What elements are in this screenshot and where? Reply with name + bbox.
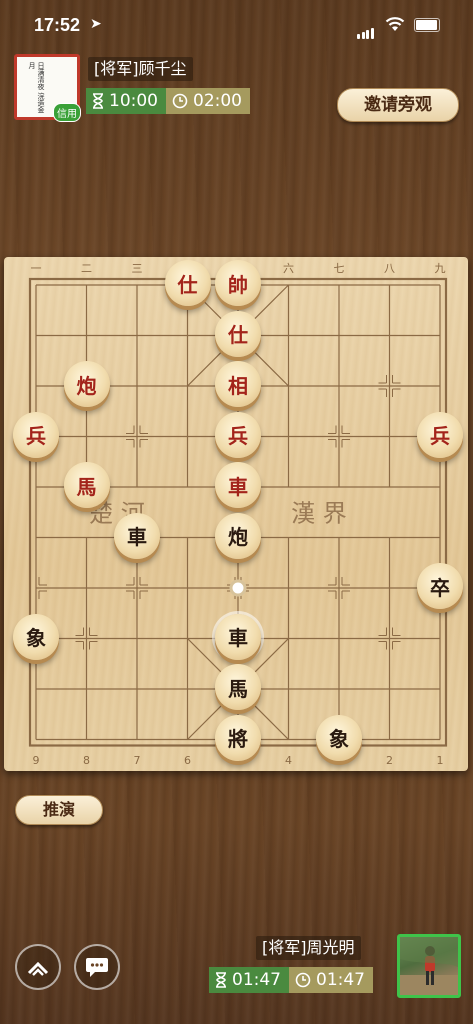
column-number-top: 三: [131, 262, 143, 275]
piece-character: 相: [228, 373, 248, 398]
column-number-top: 一: [30, 262, 42, 275]
piece-character: 象: [26, 626, 46, 650]
location-arrow-icon: ➤: [90, 16, 102, 32]
piece-character: 炮: [228, 525, 248, 549]
expand-button[interactable]: [15, 944, 61, 990]
player-name-tag: [将军]周光明: [256, 936, 361, 960]
red-piece[interactable]: 仕: [215, 310, 261, 357]
credit-badge: 信用: [53, 103, 81, 122]
red-piece[interactable]: 車: [215, 462, 261, 508]
piece-character: 卒: [430, 575, 450, 600]
opponent-time-total: 10:00: [109, 91, 158, 111]
chat-bubble-icon: [86, 958, 108, 977]
column-number-bottom: 7: [133, 753, 141, 767]
wifi-icon: [385, 17, 405, 31]
column-number-bottom: 1: [436, 753, 444, 767]
piece-character: 車: [127, 525, 147, 549]
black-piece[interactable]: 將: [215, 714, 261, 761]
piece-character: 仕: [228, 323, 248, 347]
piece-character: 象: [329, 727, 349, 751]
opponent-timer: 10:00 02:00: [86, 88, 250, 114]
column-number-bottom: 4: [285, 753, 292, 767]
avatar-calligraphy: 日满清夜 浣造金月: [28, 62, 45, 114]
column-number-bottom: 2: [386, 753, 393, 767]
hourglass-icon: [216, 972, 226, 988]
piece-character: 仕: [177, 272, 198, 297]
black-piece[interactable]: 象: [13, 613, 59, 660]
clock-icon: [172, 93, 188, 109]
column-number-top: 六: [283, 262, 294, 275]
red-piece[interactable]: 兵: [215, 411, 261, 458]
opponent-time-step: 02:00: [193, 91, 242, 111]
player-time-step: 01:47: [316, 970, 365, 990]
piece-character: 馬: [228, 676, 248, 701]
clock-icon: [295, 972, 311, 988]
player-name: 周光明: [306, 938, 355, 957]
piece-character: 車: [228, 626, 248, 650]
column-number-bottom: 9: [32, 753, 40, 767]
column-number-top: 九: [434, 262, 446, 275]
player-rank: [将军]: [262, 938, 307, 957]
status-time: 17:52: [34, 15, 81, 35]
battery-icon: [414, 18, 440, 32]
column-number-bottom: 6: [184, 753, 191, 767]
red-piece[interactable]: 帥: [215, 260, 261, 306]
red-piece[interactable]: 炮: [63, 361, 110, 407]
chess-board[interactable]: 楚 河漢 界 一二三四五六七八九987654321 仕帥仕炮相兵兵兵馬車車炮卒象…: [4, 257, 468, 771]
piece-character: 馬: [76, 474, 97, 499]
black-piece[interactable]: 馬: [215, 664, 261, 710]
column-number-top: 二: [81, 262, 92, 275]
piece-character: 兵: [430, 424, 450, 448]
river-text-han: 漢 界: [291, 499, 347, 527]
column-number-top: 七: [333, 262, 345, 275]
player-avatar[interactable]: [397, 934, 461, 998]
piece-character: 帥: [228, 272, 248, 297]
black-piece[interactable]: 卒: [417, 563, 463, 609]
red-piece[interactable]: 兵: [13, 411, 59, 458]
player-time-total: 01:47: [232, 970, 281, 990]
opponent-avatar[interactable]: 日满清夜 浣造金月 信用: [14, 54, 81, 122]
column-number-top: 八: [384, 262, 395, 275]
piece-character: 炮: [76, 373, 97, 398]
cellular-signal-icon: [357, 20, 375, 39]
deduce-button[interactable]: 推演: [15, 795, 103, 825]
hiker-photo: [400, 937, 458, 995]
player-timer: 01:47 01:47: [209, 967, 373, 993]
hourglass-icon: [93, 93, 103, 109]
piece-character: 兵: [228, 424, 248, 448]
red-piece[interactable]: 相: [215, 361, 261, 407]
piece-character: 兵: [26, 424, 46, 448]
piece-character: 將: [228, 727, 248, 751]
last-move-marker: [229, 579, 247, 597]
opponent-rank: [将军]: [94, 59, 139, 78]
opponent-name-tag: [将军]顾千尘: [88, 57, 193, 81]
black-piece[interactable]: 象: [316, 714, 362, 761]
black-piece[interactable]: 車: [215, 613, 261, 660]
chevron-up-icon: [27, 961, 49, 976]
red-piece[interactable]: 馬: [63, 462, 110, 508]
chat-button[interactable]: [74, 944, 120, 990]
red-piece[interactable]: 仕: [164, 260, 211, 306]
red-piece[interactable]: 兵: [417, 411, 463, 458]
black-piece[interactable]: 車: [114, 512, 160, 559]
invite-spectate-button[interactable]: 邀请旁观: [337, 88, 459, 122]
piece-character: 車: [228, 474, 248, 499]
status-bar: 17:52 ➤: [0, 0, 473, 48]
column-number-bottom: 8: [83, 753, 90, 767]
opponent-name: 顾千尘: [138, 59, 187, 78]
black-piece[interactable]: 炮: [215, 512, 261, 559]
